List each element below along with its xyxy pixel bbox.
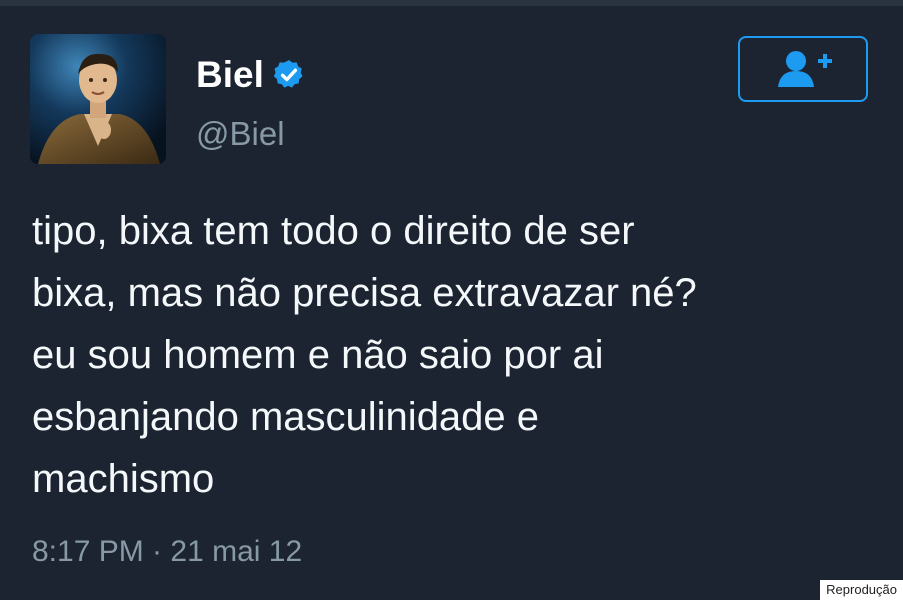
image-credit: Reprodução <box>820 580 903 600</box>
tweet-text-line: esbanjando masculinidade e <box>32 395 540 439</box>
user-handle[interactable]: @Biel <box>196 112 285 156</box>
verified-badge-icon <box>273 60 303 88</box>
avatar[interactable] <box>30 34 166 164</box>
follow-button[interactable] <box>738 36 868 102</box>
tweet-text: tipo, bixa tem todo o direito de ser bix… <box>32 200 862 510</box>
top-divider <box>0 0 903 6</box>
display-name-text: Biel <box>196 54 264 95</box>
add-user-icon <box>778 51 832 87</box>
tweet-text-line: machismo <box>32 457 215 501</box>
tweet-text-line: eu sou homem e não saio por ai <box>32 333 604 377</box>
tweet-timestamp[interactable]: 8:17 PM · 21 mai 12 <box>32 532 302 572</box>
display-name[interactable]: Biel <box>196 50 306 100</box>
tweet-text-line: bixa, mas não precisa extravazar né? <box>32 271 697 315</box>
profile-photo-icon <box>30 34 166 164</box>
tweet-text-line: tipo, bixa tem todo o direito de ser <box>32 209 635 253</box>
